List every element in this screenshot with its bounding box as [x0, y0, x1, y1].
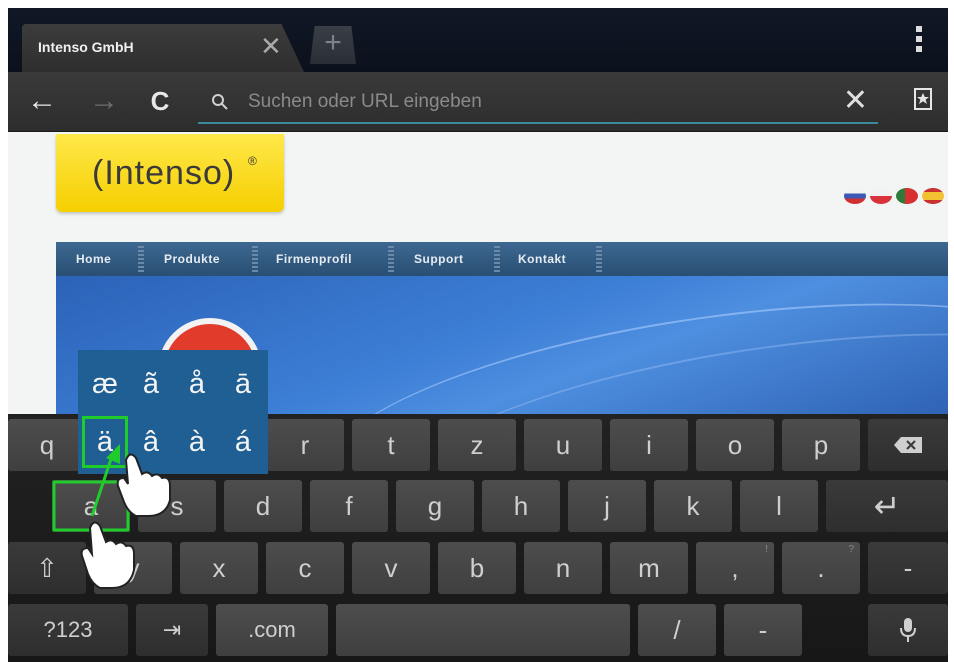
key-c[interactable]: c: [266, 542, 344, 594]
intenso-logo[interactable]: (Intenso) ®: [56, 134, 284, 212]
key-period-hint: ?: [848, 544, 854, 555]
browser-tab[interactable]: Intenso GmbH ✕: [22, 24, 304, 72]
accent-option[interactable]: ã: [128, 358, 174, 410]
accent-option[interactable]: æ: [82, 358, 128, 410]
accent-option[interactable]: à: [174, 416, 220, 468]
dotcom-key[interactable]: .com: [216, 604, 328, 656]
nav-separator: [138, 246, 144, 272]
nav-separator: [596, 246, 602, 272]
key-period-label: .: [817, 553, 825, 583]
space-key[interactable]: [336, 604, 630, 656]
key-s[interactable]: s: [138, 480, 216, 532]
accent-option[interactable]: â: [128, 416, 174, 468]
key-comma-label: ,: [731, 553, 739, 583]
key-slash[interactable]: /: [638, 604, 716, 656]
logo-text: (Intenso): [92, 154, 236, 192]
key-x[interactable]: x: [180, 542, 258, 594]
key-comma-hint: !: [765, 544, 768, 555]
key-i[interactable]: i: [610, 419, 688, 471]
key-g[interactable]: g: [396, 480, 474, 532]
reload-button[interactable]: C: [140, 82, 180, 122]
flag-icon[interactable]: [844, 188, 866, 204]
accent-option-selected[interactable]: ä: [82, 416, 128, 468]
accent-option[interactable]: å: [174, 358, 220, 410]
site-navigation: Home Produkte Firmenprofil Support Konta…: [56, 242, 948, 276]
shift-key[interactable]: ⇧: [8, 542, 86, 594]
key-r[interactable]: r: [266, 419, 344, 471]
key-b[interactable]: b: [438, 542, 516, 594]
backspace-icon: [894, 437, 922, 453]
flag-icon[interactable]: [870, 188, 892, 204]
voice-input-key[interactable]: [868, 604, 948, 656]
key-t[interactable]: t: [352, 419, 430, 471]
nav-item-firmenprofil[interactable]: Firmenprofil: [276, 252, 352, 266]
nav-item-produkte[interactable]: Produkte: [164, 252, 220, 266]
key-d[interactable]: d: [224, 480, 302, 532]
symbols-key[interactable]: ?123: [8, 604, 128, 656]
key-a[interactable]: a: [52, 480, 130, 532]
nav-item-support[interactable]: Support: [414, 252, 464, 266]
backspace-key[interactable]: [868, 419, 948, 471]
key-comma[interactable]: , !: [696, 542, 774, 594]
tab-title: Intenso GmbH: [38, 39, 134, 55]
key-period[interactable]: . ?: [782, 542, 860, 594]
language-flags[interactable]: [844, 188, 948, 206]
accent-option[interactable]: á: [220, 416, 266, 468]
nav-separator: [388, 246, 394, 272]
microphone-icon: [900, 618, 916, 642]
logo-registered-mark: ®: [248, 154, 257, 168]
bookmark-icon[interactable]: [914, 88, 932, 110]
forward-button[interactable]: →: [84, 82, 124, 122]
url-input[interactable]: [248, 86, 808, 118]
key-j[interactable]: j: [568, 480, 646, 532]
enter-key[interactable]: ↵: [826, 480, 948, 532]
key-dash[interactable]: -: [868, 542, 948, 594]
accent-option[interactable]: ā: [220, 358, 266, 410]
key-q[interactable]: q: [8, 419, 86, 471]
key-p[interactable]: p: [782, 419, 860, 471]
nav-item-kontakt[interactable]: Kontakt: [518, 252, 566, 266]
flag-icon[interactable]: [896, 188, 918, 204]
key-n[interactable]: n: [524, 542, 602, 594]
key-y[interactable]: y: [94, 542, 172, 594]
accent-popup: æ ã å ā ä â à á: [78, 350, 268, 474]
tablet-screen: Intenso GmbH ✕ + ← → C ✕ (Intenso) ®: [8, 8, 948, 662]
tab-close-button[interactable]: ✕: [260, 32, 282, 60]
nav-item-home[interactable]: Home: [76, 252, 111, 266]
search-icon: [212, 94, 228, 110]
nav-separator: [494, 246, 500, 272]
key-m[interactable]: m: [610, 542, 688, 594]
key-f[interactable]: f: [310, 480, 388, 532]
key-h[interactable]: h: [482, 480, 560, 532]
key-u[interactable]: u: [524, 419, 602, 471]
url-bar[interactable]: ✕: [198, 80, 878, 124]
tab-strip: Intenso GmbH ✕ +: [8, 8, 948, 72]
key-o[interactable]: o: [696, 419, 774, 471]
tab-key[interactable]: ⇥: [136, 604, 208, 656]
key-minus[interactable]: -: [724, 604, 802, 656]
key-z[interactable]: z: [438, 419, 516, 471]
browser-toolbar: ← → C ✕: [8, 72, 948, 132]
new-tab-button[interactable]: +: [310, 26, 356, 64]
back-button[interactable]: ←: [22, 82, 62, 122]
key-v[interactable]: v: [352, 542, 430, 594]
key-l[interactable]: l: [740, 480, 818, 532]
overflow-menu-icon[interactable]: [916, 26, 922, 54]
key-k[interactable]: k: [654, 480, 732, 532]
clear-url-button[interactable]: ✕: [843, 82, 868, 120]
flag-icon[interactable]: [922, 188, 944, 204]
nav-separator: [252, 246, 258, 272]
